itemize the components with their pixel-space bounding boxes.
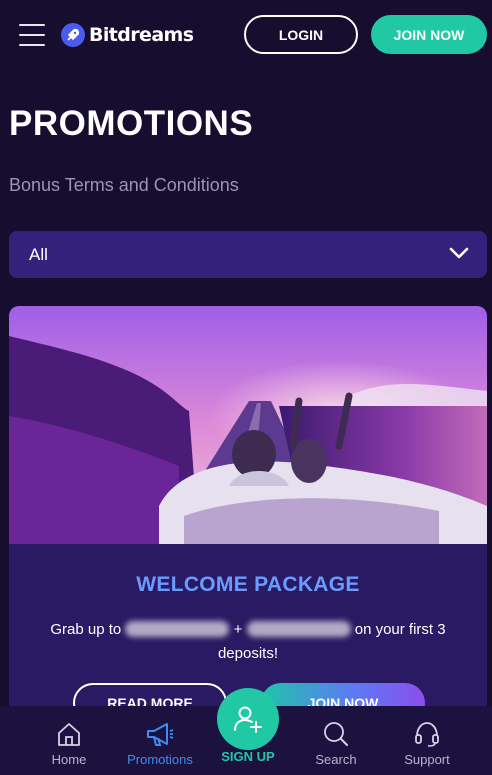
nav-item-search[interactable]: Search (306, 706, 366, 775)
nav-label-signup[interactable]: SIGN UP (210, 749, 286, 764)
redacted-bonus-amount (125, 621, 230, 637)
rocket-icon (61, 23, 85, 47)
select-value: All (29, 244, 48, 264)
desc-line-2: deposits! (217, 645, 279, 662)
headset-icon (415, 722, 439, 747)
promo-banner-image (9, 306, 487, 544)
promo-description: Grab up to + on your first 3 deposits! (29, 618, 467, 666)
menu-icon[interactable] (19, 24, 47, 46)
home-icon (58, 723, 80, 746)
add-user-icon (234, 706, 262, 733)
promo-category-select[interactable]: All (9, 231, 487, 278)
chevron-down-icon (449, 247, 469, 259)
top-header: Bitdreams LOGIN JOIN NOW (0, 0, 492, 70)
desc-plus: + (233, 621, 243, 638)
page-title: PROMOTIONS (9, 104, 254, 143)
desc-prefix: Grab up to (50, 621, 122, 638)
join-now-button[interactable]: JOIN NOW (371, 15, 487, 54)
nav-label-support: Support (404, 752, 450, 767)
nav-item-promotions[interactable]: Promotions (120, 706, 200, 775)
brand-name: Bitdreams (89, 24, 194, 46)
desc-suffix: on your first 3 (354, 621, 446, 638)
megaphone-icon (147, 723, 174, 746)
nav-item-home[interactable]: Home (44, 706, 94, 775)
signup-button[interactable] (217, 688, 279, 750)
search-icon (324, 722, 348, 746)
bonus-terms-link[interactable]: Bonus Terms and Conditions (9, 175, 239, 196)
brand-logo[interactable]: Bitdreams (61, 22, 194, 48)
nav-label-home: Home (51, 752, 87, 767)
login-button[interactable]: LOGIN (244, 15, 358, 54)
nav-item-support[interactable]: Support (397, 706, 457, 775)
redacted-free-spins (246, 621, 351, 637)
promo-card: WELCOME PACKAGE Grab up to + on your fir… (9, 306, 487, 726)
promo-title: WELCOME PACKAGE (136, 573, 360, 596)
nav-label-search: Search (315, 752, 357, 767)
nav-label-promotions: Promotions (127, 752, 193, 767)
